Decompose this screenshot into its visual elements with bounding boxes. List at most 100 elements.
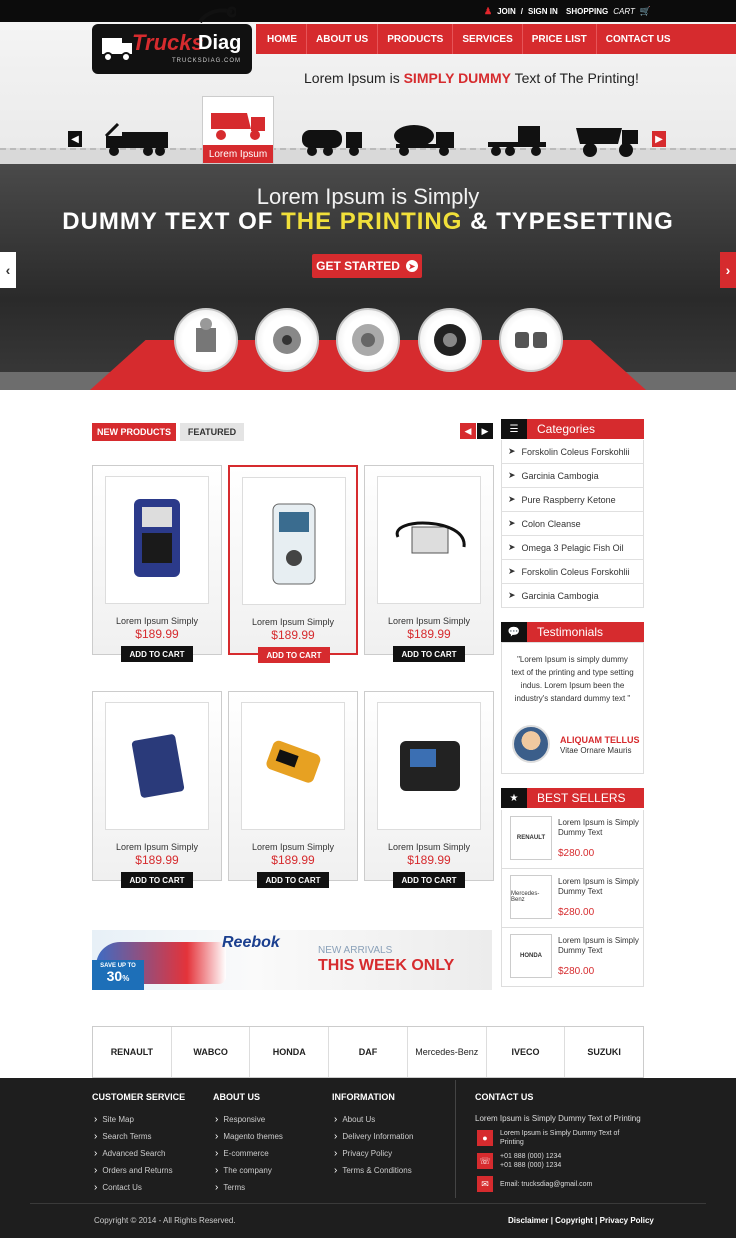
footer-link[interactable]: Contact Us bbox=[94, 1182, 142, 1193]
nav-price-list[interactable]: PRICE LIST bbox=[523, 24, 597, 54]
best-seller-item[interactable]: Mercedes-Benz Lorem Ipsum is Simply Dumm… bbox=[501, 869, 644, 928]
add-to-cart-button[interactable]: ADD TO CART bbox=[257, 872, 329, 888]
brand-renault[interactable]: RENAULT bbox=[93, 1027, 172, 1077]
testimonial-box: "Lorem Ipsum is simply dummy text of the… bbox=[501, 642, 644, 774]
arrow-icon: ➤ bbox=[508, 542, 516, 552]
footer-link[interactable]: Privacy Policy bbox=[334, 1148, 392, 1159]
footer-link[interactable]: Search Terms bbox=[94, 1131, 151, 1142]
product-image[interactable] bbox=[377, 702, 481, 830]
product-image[interactable] bbox=[241, 702, 345, 830]
tab-new-products[interactable]: NEW PRODUCTS bbox=[92, 423, 176, 441]
brand-honda[interactable]: HONDA bbox=[250, 1027, 330, 1077]
mixer-truck-icon[interactable] bbox=[390, 122, 458, 158]
tire-icon[interactable] bbox=[418, 308, 482, 372]
products-prev-arrow[interactable]: ◀ bbox=[460, 423, 476, 439]
semi-truck-icon[interactable] bbox=[484, 122, 552, 158]
product-image[interactable] bbox=[105, 702, 209, 830]
product-name[interactable]: Lorem Ipsum Simply bbox=[93, 616, 221, 626]
logo[interactable]: Trucks Diag TRUCKSDIAG.COM bbox=[92, 6, 252, 74]
add-to-cart-button[interactable]: ADD TO CART bbox=[258, 647, 330, 663]
brand-wabco[interactable]: WABCO bbox=[172, 1027, 251, 1077]
best-seller-item[interactable]: HONDA Lorem Ipsum is Simply Dummy Text $… bbox=[501, 928, 644, 987]
privacy-link[interactable]: Privacy Policy bbox=[600, 1216, 654, 1225]
tab-featured[interactable]: FEATURED bbox=[180, 423, 244, 441]
hero-prev-arrow[interactable]: ‹ bbox=[0, 252, 16, 288]
nav-about[interactable]: ABOUT US bbox=[307, 24, 379, 54]
category-item[interactable]: ➤ Colon Cleanse bbox=[501, 512, 644, 536]
mining-truck-icon[interactable] bbox=[574, 122, 642, 158]
truck-prev-arrow[interactable]: ◀ bbox=[68, 131, 82, 147]
sign-in-link[interactable]: SIGN IN bbox=[528, 7, 558, 16]
product-card[interactable]: Lorem Ipsum Simply $189.99 ADD TO CART bbox=[92, 691, 222, 888]
category-item[interactable]: ➤ Pure Raspberry Ketone bbox=[501, 488, 644, 512]
brand-suzuki[interactable]: SUZUKI bbox=[565, 1027, 643, 1077]
nav-services[interactable]: SERVICES bbox=[453, 24, 523, 54]
tagline-pre: Lorem Ipsum is bbox=[304, 70, 404, 86]
footer-link[interactable]: Delivery Information bbox=[334, 1131, 413, 1142]
products-next-arrow[interactable]: ▶ bbox=[477, 423, 493, 439]
phone-icon: ☏ bbox=[477, 1153, 493, 1169]
product-card[interactable]: Lorem Ipsum Simply $189.99 ADD TO CART bbox=[228, 691, 358, 888]
get-started-button[interactable]: GET STARTED ➤ bbox=[312, 254, 422, 278]
hero-next-arrow[interactable]: › bbox=[720, 252, 736, 288]
pulley-icon[interactable] bbox=[255, 308, 319, 372]
footer-link[interactable]: The company bbox=[215, 1165, 271, 1176]
best-seller-price: $280.00 bbox=[558, 848, 595, 859]
footer-link[interactable]: About Us bbox=[334, 1114, 375, 1125]
join-link[interactable]: JOIN bbox=[497, 7, 516, 16]
best-seller-text[interactable]: Lorem Ipsum is Simply Dummy Text bbox=[558, 936, 644, 956]
category-item[interactable]: ➤ Forskolin Coleus Forskohlii bbox=[501, 560, 644, 584]
footer-link[interactable]: Terms bbox=[215, 1182, 245, 1193]
best-seller-item[interactable]: RENAULT Lorem Ipsum is Simply Dummy Text… bbox=[501, 810, 644, 869]
category-item[interactable]: ➤ Garcinia Cambogia bbox=[501, 584, 644, 608]
product-name[interactable]: Lorem Ipsum Simply bbox=[230, 617, 356, 627]
tow-truck-icon[interactable] bbox=[102, 122, 170, 158]
separator: / bbox=[520, 6, 523, 16]
nav-home[interactable]: HOME bbox=[258, 24, 307, 54]
category-item[interactable]: ➤ Forskolin Coleus Forskohlii bbox=[501, 440, 644, 464]
dump-truck-tab-active[interactable]: Lorem Ipsum bbox=[202, 96, 274, 164]
brand-iveco[interactable]: IVECO bbox=[487, 1027, 566, 1077]
footer-link[interactable]: Orders and Returns bbox=[94, 1165, 172, 1176]
brake-pad-icon[interactable] bbox=[499, 308, 563, 372]
add-to-cart-button[interactable]: ADD TO CART bbox=[393, 646, 465, 662]
brand-mercedes[interactable]: Mercedes-Benz bbox=[408, 1027, 487, 1077]
category-item[interactable]: ➤ Garcinia Cambogia bbox=[501, 464, 644, 488]
tanker-truck-icon[interactable] bbox=[298, 122, 366, 158]
add-to-cart-button[interactable]: ADD TO CART bbox=[393, 872, 465, 888]
footer-link[interactable]: Responsive bbox=[215, 1114, 265, 1125]
engine-part-icon[interactable] bbox=[174, 308, 238, 372]
add-to-cart-button[interactable]: ADD TO CART bbox=[121, 646, 193, 662]
product-card[interactable]: Lorem Ipsum Simply $189.99 ADD TO CART bbox=[92, 465, 222, 662]
shopping-label: SHOPPING bbox=[566, 6, 609, 16]
disclaimer-link[interactable]: Disclaimer bbox=[508, 1216, 548, 1225]
brake-disc-icon[interactable] bbox=[336, 308, 400, 372]
truck-next-arrow[interactable]: ▶ bbox=[652, 131, 666, 147]
nav-products[interactable]: PRODUCTS bbox=[378, 24, 454, 54]
footer-link[interactable]: E-commerce bbox=[215, 1148, 268, 1159]
product-card[interactable]: Lorem Ipsum Simply $189.99 ADD TO CART bbox=[364, 465, 494, 662]
best-seller-text[interactable]: Lorem Ipsum is Simply Dummy Text bbox=[558, 877, 644, 897]
contact-email[interactable]: Email: trucksdiag@gmail.com bbox=[500, 1180, 592, 1189]
product-image[interactable] bbox=[377, 476, 481, 604]
product-card[interactable]: Lorem Ipsum Simply $189.99 ADD TO CART bbox=[364, 691, 494, 888]
product-card[interactable]: Lorem Ipsum Simply $189.99 ADD TO CART bbox=[228, 465, 358, 663]
product-image[interactable] bbox=[242, 477, 346, 605]
product-name[interactable]: Lorem Ipsum Simply bbox=[365, 842, 493, 852]
footer-link[interactable]: Terms & Conditions bbox=[334, 1165, 411, 1176]
promo-banner[interactable]: SAVE UP TO 30% Reebok NEW ARRIVALS THIS … bbox=[92, 930, 492, 990]
copyright-link[interactable]: Copyright bbox=[555, 1216, 593, 1225]
add-to-cart-button[interactable]: ADD TO CART bbox=[121, 872, 193, 888]
product-image[interactable] bbox=[105, 476, 209, 604]
footer-link[interactable]: Site Map bbox=[94, 1114, 134, 1125]
brand-daf[interactable]: DAF bbox=[329, 1027, 408, 1077]
product-name[interactable]: Lorem Ipsum Simply bbox=[229, 842, 357, 852]
footer-link[interactable]: Advanced Search bbox=[94, 1148, 165, 1159]
cart-link[interactable]: SHOPPING CART 🛒 bbox=[566, 0, 651, 22]
category-item[interactable]: ➤ Omega 3 Pelagic Fish Oil bbox=[501, 536, 644, 560]
best-seller-text[interactable]: Lorem Ipsum is Simply Dummy Text bbox=[558, 818, 644, 838]
nav-contact[interactable]: CONTACT US bbox=[597, 24, 680, 54]
product-name[interactable]: Lorem Ipsum Simply bbox=[365, 616, 493, 626]
footer-link[interactable]: Magento themes bbox=[215, 1131, 283, 1142]
product-name[interactable]: Lorem Ipsum Simply bbox=[93, 842, 221, 852]
